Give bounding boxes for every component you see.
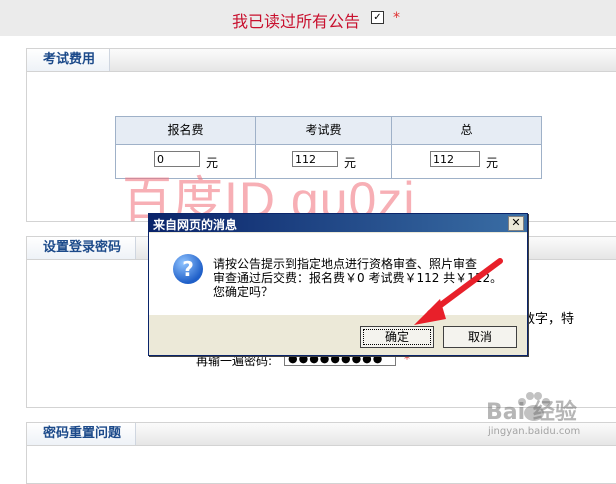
close-icon[interactable]: ✕: [508, 216, 524, 231]
fee-header-registration: 报名费: [116, 117, 256, 145]
baidu-jingyan-logo: Bai 经验 jingyan.baidu.com: [484, 386, 614, 444]
fee-header-exam: 考试费: [256, 117, 392, 145]
login-panel-title: 设置登录密码: [27, 237, 137, 259]
total-fee-input[interactable]: 112: [430, 151, 480, 167]
password-hint-text: 数字，特: [522, 312, 575, 327]
fee-header-total: 总: [392, 117, 541, 145]
fee-panel-title: 考试费用: [27, 49, 111, 71]
required-star: *: [393, 10, 400, 26]
logo-domain: jingyan.baidu.com: [488, 426, 581, 437]
unit-label: 元: [486, 156, 499, 170]
annotation-arrow-icon: [414, 258, 503, 325]
agreement-text: 我已读过所有公告: [232, 12, 361, 31]
logo-text: Bai 经验: [486, 400, 577, 425]
dialog-message-line: 您确定吗？: [213, 285, 274, 299]
dialog-titlebar[interactable]: 来自网页的消息 ✕: [149, 214, 527, 232]
fee-panel-header: 考试费用: [27, 49, 616, 72]
question-icon: ?: [173, 254, 203, 284]
reset-panel-title: 密码重置问题: [27, 423, 137, 445]
agreement-checkbox[interactable]: ✓: [371, 11, 384, 24]
dialog-title: 来自网页的消息: [153, 218, 238, 232]
